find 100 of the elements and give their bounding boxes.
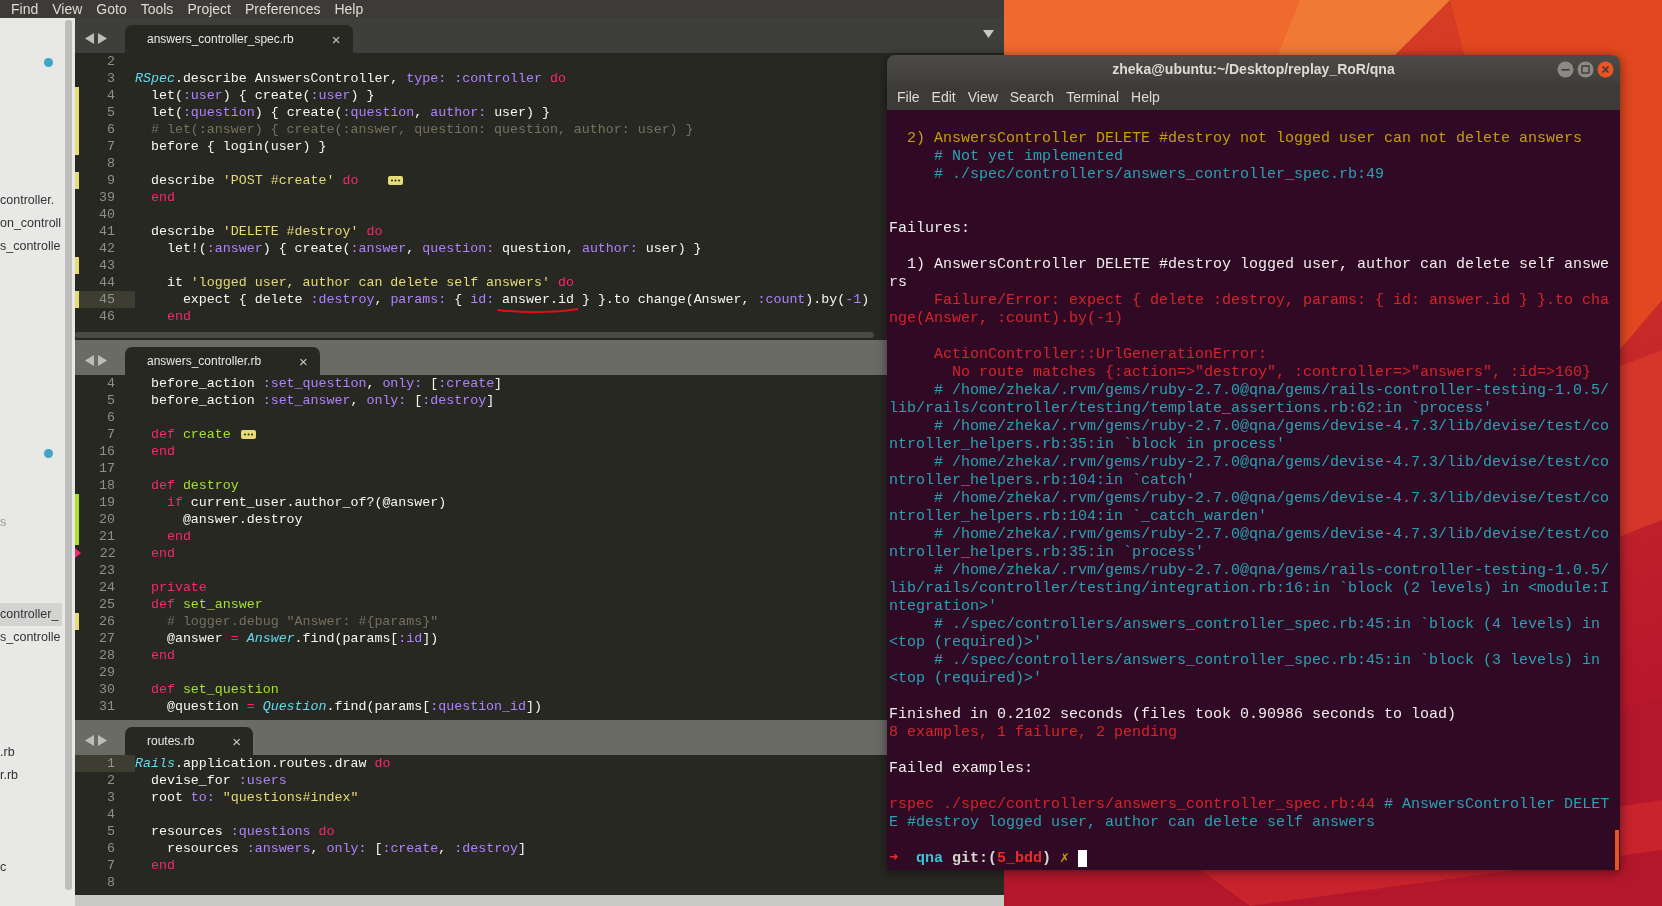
right-arrow-icon[interactable] bbox=[98, 735, 107, 746]
code-line: devise_for :users bbox=[149, 772, 287, 789]
line-number: 25 bbox=[98, 596, 115, 613]
menu-item[interactable]: View bbox=[961, 86, 1004, 108]
menu-item[interactable]: Preferences bbox=[237, 0, 328, 18]
line-number: 23 bbox=[98, 562, 115, 579]
menu-item[interactable]: Tools bbox=[133, 0, 181, 18]
terminal-line: # /home/zheka/.rvm/gems/ruby-2.7.0@qna/gems/devise-4.7.3/lib/devise/test/co bbox=[933, 490, 1611, 508]
terminal-line: rs bbox=[889, 274, 908, 292]
code-line: resources :questions do bbox=[149, 823, 335, 840]
line-number: 45 bbox=[98, 291, 115, 308]
code-line: describe 'DELETE #destroy' do bbox=[149, 223, 383, 240]
right-arrow-icon[interactable] bbox=[98, 33, 107, 44]
left-arrow-icon[interactable] bbox=[85, 33, 94, 44]
terminal-line: ntroller_helpers.rb:104:in `_catch_warden' bbox=[889, 508, 1269, 526]
code-line: Rails.application.routes.draw do bbox=[135, 755, 391, 772]
close-button[interactable] bbox=[1597, 61, 1614, 78]
sidebar-item[interactable]: r.rb bbox=[0, 763, 62, 787]
menu-item[interactable]: Goto bbox=[89, 0, 134, 18]
menu-item[interactable]: Project bbox=[180, 0, 238, 18]
terminal-line: # Not yet implemented bbox=[933, 148, 1125, 166]
menu-item[interactable]: Terminal bbox=[1060, 86, 1126, 108]
line-number: 3 bbox=[106, 789, 115, 806]
line-number: 22 bbox=[98, 545, 116, 562]
terminal-line: Failures: bbox=[889, 220, 971, 238]
code-line: # logger.debug "Answer: #{params}" bbox=[165, 613, 439, 630]
line-number: 20 bbox=[98, 511, 115, 528]
terminal-line: nge(Answer, :count).by(-1) bbox=[889, 310, 1125, 328]
terminal-line: # /home/zheka/.rvm/gems/ruby-2.7.0@qna/gems/devise-4.7.3/lib/devise/test/co bbox=[933, 454, 1611, 472]
terminal-line: ntegration>' bbox=[889, 598, 999, 616]
code-line: end bbox=[149, 647, 175, 664]
change-marker bbox=[75, 613, 79, 630]
terminal-line: # /home/zheka/.rvm/gems/ruby-2.7.0@qna/gems/devise-4.7.3/lib/devise/test/co bbox=[933, 526, 1611, 544]
code-line: @answer.destroy bbox=[181, 511, 303, 528]
sidebar-item[interactable]: s_controlle bbox=[0, 234, 62, 258]
scrollbar[interactable] bbox=[75, 332, 874, 338]
line-number: 1 bbox=[106, 755, 115, 772]
terminal-line: Failed examples: bbox=[889, 760, 1035, 778]
terminal-line: No route matches {:action=>"destroy", :controller=>"answers", :id=>160} bbox=[951, 364, 1593, 382]
left-arrow-icon[interactable] bbox=[85, 735, 94, 746]
code-line: end bbox=[165, 528, 191, 545]
sidebar-item[interactable]: .rb bbox=[0, 740, 62, 764]
terminal-line: ActionController::UrlGenerationError: bbox=[933, 346, 1269, 364]
menu-item[interactable]: File bbox=[891, 86, 926, 108]
menu-item[interactable]: Find bbox=[4, 0, 46, 18]
code-line: end bbox=[149, 545, 175, 562]
line-number: 18 bbox=[98, 477, 115, 494]
menu-item[interactable]: View bbox=[45, 0, 90, 18]
sidebar-item[interactable]: s_controlle bbox=[0, 625, 62, 649]
maximize-button[interactable] bbox=[1577, 61, 1594, 78]
line-number: 46 bbox=[98, 308, 115, 325]
terminal-line: <top (required)>' bbox=[889, 670, 1044, 688]
line-number: 6 bbox=[106, 121, 115, 138]
tab-close-button[interactable]: × bbox=[299, 353, 308, 369]
right-arrow-icon[interactable] bbox=[98, 355, 107, 366]
sidebar-item[interactable]: c bbox=[0, 855, 62, 879]
code-line: resources :answers, only: [:create, :destroy] bbox=[165, 840, 527, 857]
window-title: zheka@ubuntu:~/Desktop/replay_RoR/qna bbox=[1112, 60, 1395, 79]
line-number: 31 bbox=[98, 698, 115, 715]
dropdown-icon[interactable] bbox=[983, 30, 994, 38]
tab-close-button[interactable]: × bbox=[232, 733, 242, 749]
code-line: before_action :set_question, only: [:create] bbox=[149, 375, 503, 392]
line-number: 3 bbox=[106, 70, 115, 87]
fold-icon[interactable] bbox=[240, 430, 256, 439]
code-line: root to: "questions#index" bbox=[149, 789, 359, 806]
terminal-line: 2) AnswersController DELETE #destroy not logged user can not delete answers bbox=[906, 130, 1584, 148]
code-line: expect { delete :destroy, params: { id: answer.id } }.to change(Answer, :count).by(-1) bbox=[135, 291, 870, 308]
change-marker bbox=[75, 172, 79, 189]
menu-item[interactable]: Help bbox=[327, 0, 371, 18]
terminal-line: E #destroy logged user, author can delete self answers bbox=[889, 814, 1377, 832]
fold-icon[interactable] bbox=[388, 176, 404, 185]
left-arrow-icon[interactable] bbox=[85, 355, 94, 366]
tab-label: routes.rb bbox=[147, 733, 195, 750]
terminal-line: lib/rails/controller/testing/integration.rb:16:in `block (2 levels) in <module:I bbox=[889, 580, 1611, 598]
code-line: end bbox=[149, 857, 175, 874]
file-tab[interactable]: answers_controller.rb × bbox=[125, 347, 320, 375]
file-tab[interactable]: answers_controller_spec.rb × bbox=[125, 25, 353, 53]
menu-item[interactable]: Edit bbox=[925, 86, 962, 108]
scrollbar[interactable] bbox=[65, 20, 72, 890]
line-number: 2 bbox=[106, 772, 115, 789]
terminal-line: ntroller_helpers.rb:35:in `process' bbox=[889, 544, 1206, 562]
sidebar-item[interactable]: on_controll bbox=[0, 211, 62, 235]
line-number: 29 bbox=[98, 664, 115, 681]
menu-item[interactable]: Help bbox=[1125, 86, 1166, 108]
minimize-button[interactable] bbox=[1557, 61, 1574, 78]
line-number: 30 bbox=[98, 681, 115, 698]
tab-close-button[interactable]: × bbox=[331, 31, 341, 47]
menu-item[interactable]: Search bbox=[1003, 86, 1061, 108]
code-line: end bbox=[149, 189, 175, 206]
file-tab[interactable]: routes.rb × bbox=[125, 727, 254, 755]
line-number: 40 bbox=[98, 206, 115, 223]
code-line: let(:question) { create(:question, author: user) } bbox=[149, 104, 550, 121]
sidebar-item[interactable]: controller_ bbox=[0, 602, 62, 626]
scrollbar[interactable] bbox=[1615, 830, 1619, 870]
line-number: 4 bbox=[106, 375, 115, 392]
code-line: if current_user.author_of?(@answer) bbox=[165, 494, 447, 511]
line-number: 17 bbox=[98, 460, 115, 477]
sidebar-item[interactable]: controller. bbox=[0, 188, 62, 212]
line-number: 44 bbox=[98, 274, 115, 291]
terminal-line: 8 examples, 1 failure, 2 pending bbox=[889, 724, 1179, 742]
